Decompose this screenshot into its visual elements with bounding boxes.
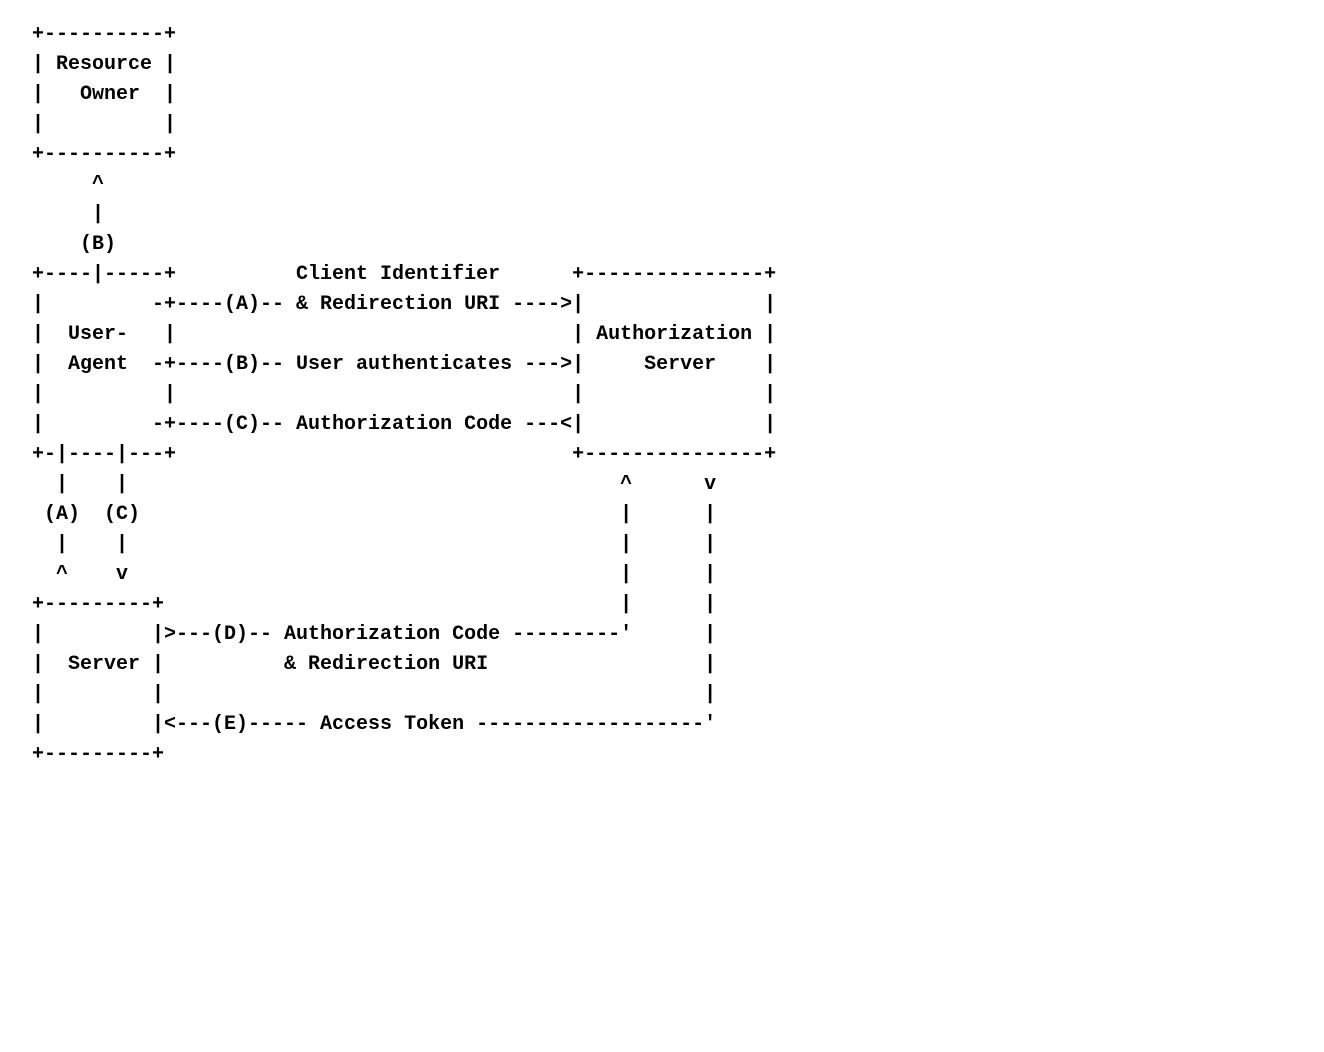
oauth-flow-diagram: +----------+ | Resource | | Owner | | | … xyxy=(20,20,1304,770)
